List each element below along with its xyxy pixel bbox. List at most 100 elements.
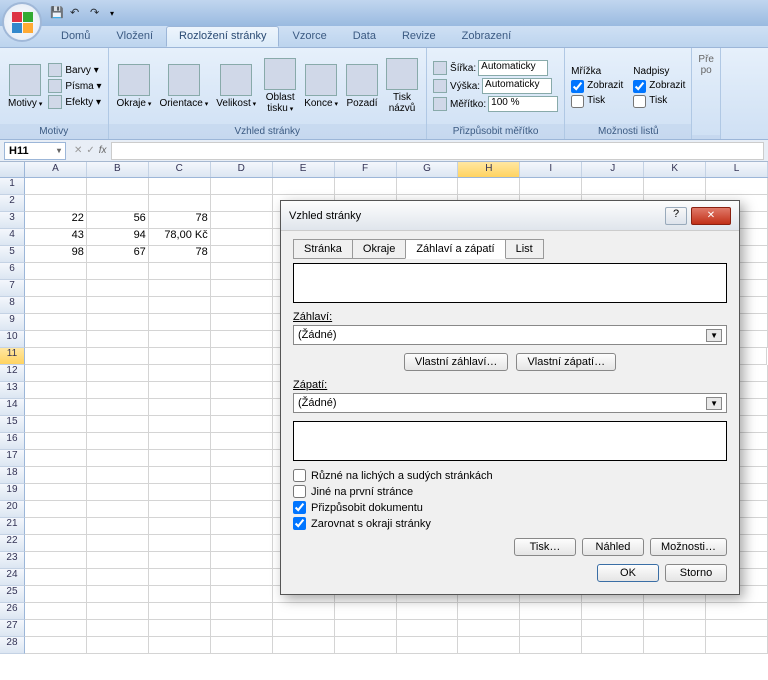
cell-A22[interactable]: [25, 535, 87, 552]
cell-C6[interactable]: [149, 263, 211, 280]
cell-C15[interactable]: [149, 416, 211, 433]
cell-D23[interactable]: [211, 552, 273, 569]
cell-A13[interactable]: [25, 382, 87, 399]
dlgtab-list[interactable]: List: [505, 239, 544, 259]
cell-C27[interactable]: [149, 620, 211, 637]
cell-C16[interactable]: [149, 433, 211, 450]
cell-G26[interactable]: [397, 603, 459, 620]
cell-A26[interactable]: [25, 603, 87, 620]
column-header-G[interactable]: G: [397, 162, 459, 177]
cell-B11[interactable]: [87, 348, 149, 365]
cell-D26[interactable]: [211, 603, 273, 620]
row-header-1[interactable]: 1: [0, 178, 25, 195]
cell-D7[interactable]: [211, 280, 273, 297]
cell-D5[interactable]: [211, 246, 273, 263]
cell-D27[interactable]: [211, 620, 273, 637]
cell-B21[interactable]: [87, 518, 149, 535]
row-header-21[interactable]: 21: [0, 518, 25, 535]
cell-D16[interactable]: [211, 433, 273, 450]
cell-B1[interactable]: [87, 178, 149, 195]
row-header-9[interactable]: 9: [0, 314, 25, 331]
scale-with-doc-checkbox[interactable]: [293, 501, 306, 514]
cell-J1[interactable]: [582, 178, 644, 195]
cell-G27[interactable]: [397, 620, 459, 637]
cell-B5[interactable]: 67: [87, 246, 149, 263]
ok-button[interactable]: OK: [597, 564, 659, 582]
cell-A2[interactable]: [25, 195, 87, 212]
cell-B3[interactable]: 56: [87, 212, 149, 229]
column-header-D[interactable]: D: [211, 162, 273, 177]
cell-B2[interactable]: [87, 195, 149, 212]
cell-D12[interactable]: [211, 365, 273, 382]
margins-button[interactable]: Okraje: [113, 62, 156, 111]
cell-D14[interactable]: [211, 399, 273, 416]
cell-L27[interactable]: [706, 620, 768, 637]
tab-page-layout[interactable]: Rozložení stránky: [166, 26, 279, 47]
row-header-7[interactable]: 7: [0, 280, 25, 297]
cell-A3[interactable]: 22: [25, 212, 87, 229]
cell-D25[interactable]: [211, 586, 273, 603]
size-button[interactable]: Velikost: [212, 62, 260, 111]
custom-footer-button[interactable]: Vlastní zápatí…: [516, 353, 616, 371]
cell-D24[interactable]: [211, 569, 273, 586]
column-header-H[interactable]: H: [458, 162, 520, 177]
print-button[interactable]: Tisk…: [514, 538, 576, 556]
row-header-17[interactable]: 17: [0, 450, 25, 467]
cell-B8[interactable]: [87, 297, 149, 314]
cell-L28[interactable]: [706, 637, 768, 654]
cell-K27[interactable]: [644, 620, 706, 637]
cell-B25[interactable]: [87, 586, 149, 603]
fx-icon[interactable]: fx: [99, 145, 107, 156]
cell-A24[interactable]: [25, 569, 87, 586]
cell-A27[interactable]: [25, 620, 87, 637]
cell-D18[interactable]: [211, 467, 273, 484]
print-area-button[interactable]: Oblast tisku: [260, 56, 300, 116]
scale-input[interactable]: 100 %: [488, 96, 558, 112]
cell-C4[interactable]: 78,00 Kč: [149, 229, 211, 246]
dialog-close-button[interactable]: ✕: [691, 207, 731, 225]
cell-D2[interactable]: [211, 195, 273, 212]
cell-D10[interactable]: [211, 331, 273, 348]
cell-D22[interactable]: [211, 535, 273, 552]
cell-D15[interactable]: [211, 416, 273, 433]
footer-select[interactable]: (Žádné): [293, 393, 727, 413]
cell-H27[interactable]: [458, 620, 520, 637]
cell-B12[interactable]: [87, 365, 149, 382]
dlgtab-stranka[interactable]: Stránka: [293, 239, 353, 259]
cell-C25[interactable]: [149, 586, 211, 603]
row-header-22[interactable]: 22: [0, 535, 25, 552]
align-margins-checkbox[interactable]: [293, 517, 306, 530]
row-header-13[interactable]: 13: [0, 382, 25, 399]
cell-C22[interactable]: [149, 535, 211, 552]
cell-E28[interactable]: [273, 637, 335, 654]
cell-B6[interactable]: [87, 263, 149, 280]
cell-B26[interactable]: [87, 603, 149, 620]
cell-E26[interactable]: [273, 603, 335, 620]
row-header-20[interactable]: 20: [0, 501, 25, 518]
tab-home[interactable]: Domů: [48, 26, 103, 47]
row-header-11[interactable]: 11: [0, 348, 25, 365]
row-header-18[interactable]: 18: [0, 467, 25, 484]
effects-button[interactable]: Efekty ▾: [46, 94, 103, 110]
cell-F26[interactable]: [335, 603, 397, 620]
cell-C20[interactable]: [149, 501, 211, 518]
cell-B28[interactable]: [87, 637, 149, 654]
tab-view[interactable]: Zobrazení: [449, 26, 525, 47]
dlgtab-zahlavi[interactable]: Záhlaví a zápatí: [405, 239, 505, 259]
headings-view-checkbox[interactable]: [633, 80, 646, 93]
header-select[interactable]: (Žádné): [293, 325, 727, 345]
row-header-19[interactable]: 19: [0, 484, 25, 501]
cell-A15[interactable]: [25, 416, 87, 433]
cell-B14[interactable]: [87, 399, 149, 416]
cell-A9[interactable]: [25, 314, 87, 331]
undo-icon[interactable]: ↶: [70, 6, 84, 20]
cell-A17[interactable]: [25, 450, 87, 467]
diff-odd-even-checkbox[interactable]: [293, 469, 306, 482]
cell-H1[interactable]: [458, 178, 520, 195]
cell-C14[interactable]: [149, 399, 211, 416]
cell-B22[interactable]: [87, 535, 149, 552]
cell-J26[interactable]: [582, 603, 644, 620]
width-input[interactable]: Automaticky: [478, 60, 548, 76]
cell-F1[interactable]: [335, 178, 397, 195]
column-header-E[interactable]: E: [273, 162, 335, 177]
